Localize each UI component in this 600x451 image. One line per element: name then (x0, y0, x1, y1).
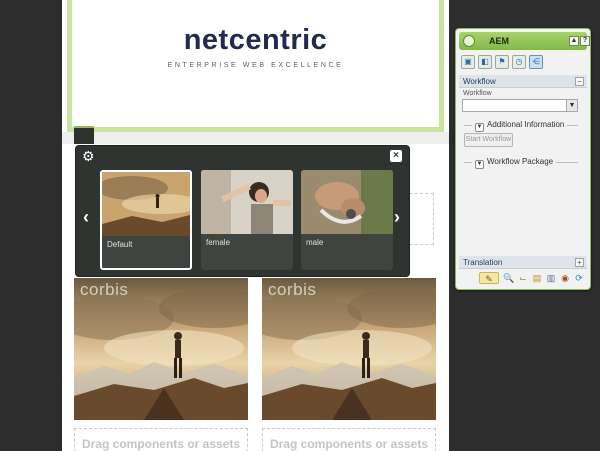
additional-information-toggle[interactable]: ▼ Additional Information (472, 120, 568, 132)
collapse-workflow-button[interactable]: − (575, 77, 584, 86)
component-edit-tab[interactable] (74, 126, 94, 144)
previous-arrow-button[interactable]: ‹ (83, 208, 89, 226)
close-button[interactable]: × (390, 150, 402, 162)
client-context-icon[interactable]: ◉ (559, 272, 571, 284)
drop-zone-left[interactable]: Drag components or assets here (74, 428, 248, 451)
help-button[interactable]: ? (580, 36, 590, 46)
thumbnail-image (102, 172, 190, 236)
watermark-left: corbis (80, 280, 129, 299)
logo-tagline: ENTERPRISE WEB EXCELLENCE (167, 62, 344, 69)
header-logo-component[interactable]: netcentric ENTERPRISE WEB EXCELLENCE (67, 0, 444, 132)
drop-zone-right-bottom[interactable]: Drag components or assets here (262, 428, 436, 451)
workflow-field-label: Workflow (463, 90, 492, 97)
sidekick-header[interactable]: AEM ▲ ? (459, 32, 590, 50)
thumbnail-default[interactable]: Default (100, 170, 192, 270)
sidekick-title: AEM (489, 36, 509, 46)
preview-icon[interactable]: 🔍 (503, 272, 515, 284)
thumbnail-label: Default (107, 240, 133, 249)
edit-mode-icon[interactable]: ✎ (479, 272, 499, 284)
refresh-icon[interactable]: ⟳ (573, 272, 585, 284)
expand-icon: ▼ (475, 123, 484, 132)
workflow-package-toggle[interactable]: ▼ Workflow Package (472, 157, 557, 169)
pages-icon[interactable]: ◧ (478, 55, 492, 69)
gear-icon[interactable]: ⚙ (82, 149, 96, 163)
component-divider (62, 132, 449, 144)
next-arrow-button[interactable]: › (394, 208, 400, 226)
thumbnail-label: male (306, 238, 324, 247)
thumbnail-female[interactable]: female (201, 170, 293, 270)
additional-information-label: Additional Information (487, 120, 565, 129)
expand-icon: ▼ (475, 160, 484, 169)
thumbnail-label: female (206, 238, 231, 247)
thumbnail-male[interactable]: male (301, 170, 393, 270)
sidekick-toolbar: ✎ 🔍 ⌙ ▤ ▥ ◉ ⟳ (459, 271, 587, 287)
workflow-select[interactable]: ▼ (462, 99, 578, 112)
workflow-package-label: Workflow Package (487, 157, 554, 166)
image-component-left[interactable]: corbis (74, 278, 248, 420)
design-mode-icon[interactable]: ⌙ (517, 272, 529, 284)
collapse-button[interactable]: ▲ (569, 36, 579, 46)
versioning-icon[interactable]: ◷ (512, 55, 526, 69)
additional-information-fieldset: ▼ Additional Information (464, 120, 578, 132)
aem-sidekick: AEM ▲ ? ▣ ◧ ⚑ ◷ ⋲ Workflow − Workflow ▼ … (455, 28, 591, 290)
image-variation-picker: ⚙ × ‹ › Default female male (75, 145, 410, 277)
thumbnail-image (301, 170, 393, 234)
workflow-section-title: Workflow (463, 77, 496, 86)
image-component-right[interactable]: corbis (262, 278, 436, 420)
translation-section-title: Translation (463, 258, 503, 267)
components-icon[interactable]: ▣ (461, 55, 475, 69)
workflow-icon[interactable]: ⚑ (495, 55, 509, 69)
page-properties-icon[interactable]: ▥ (545, 272, 557, 284)
chevron-down-icon[interactable]: ▼ (566, 100, 577, 111)
aem-logo-icon (463, 35, 475, 47)
scaffolding-icon[interactable]: ▤ (531, 272, 543, 284)
logo: netcentric (183, 24, 328, 56)
expand-translation-button[interactable]: + (575, 258, 584, 267)
workflow-package-fieldset: ▼ Workflow Package (464, 157, 578, 169)
info-icon[interactable]: ⋲ (529, 55, 543, 69)
thumbnail-image (201, 170, 293, 234)
workflow-section-header[interactable]: Workflow − (459, 75, 587, 88)
translation-section-header[interactable]: Translation + (459, 256, 587, 269)
watermark-right: corbis (268, 280, 317, 299)
start-workflow-button[interactable]: Start Workflow (464, 133, 513, 147)
